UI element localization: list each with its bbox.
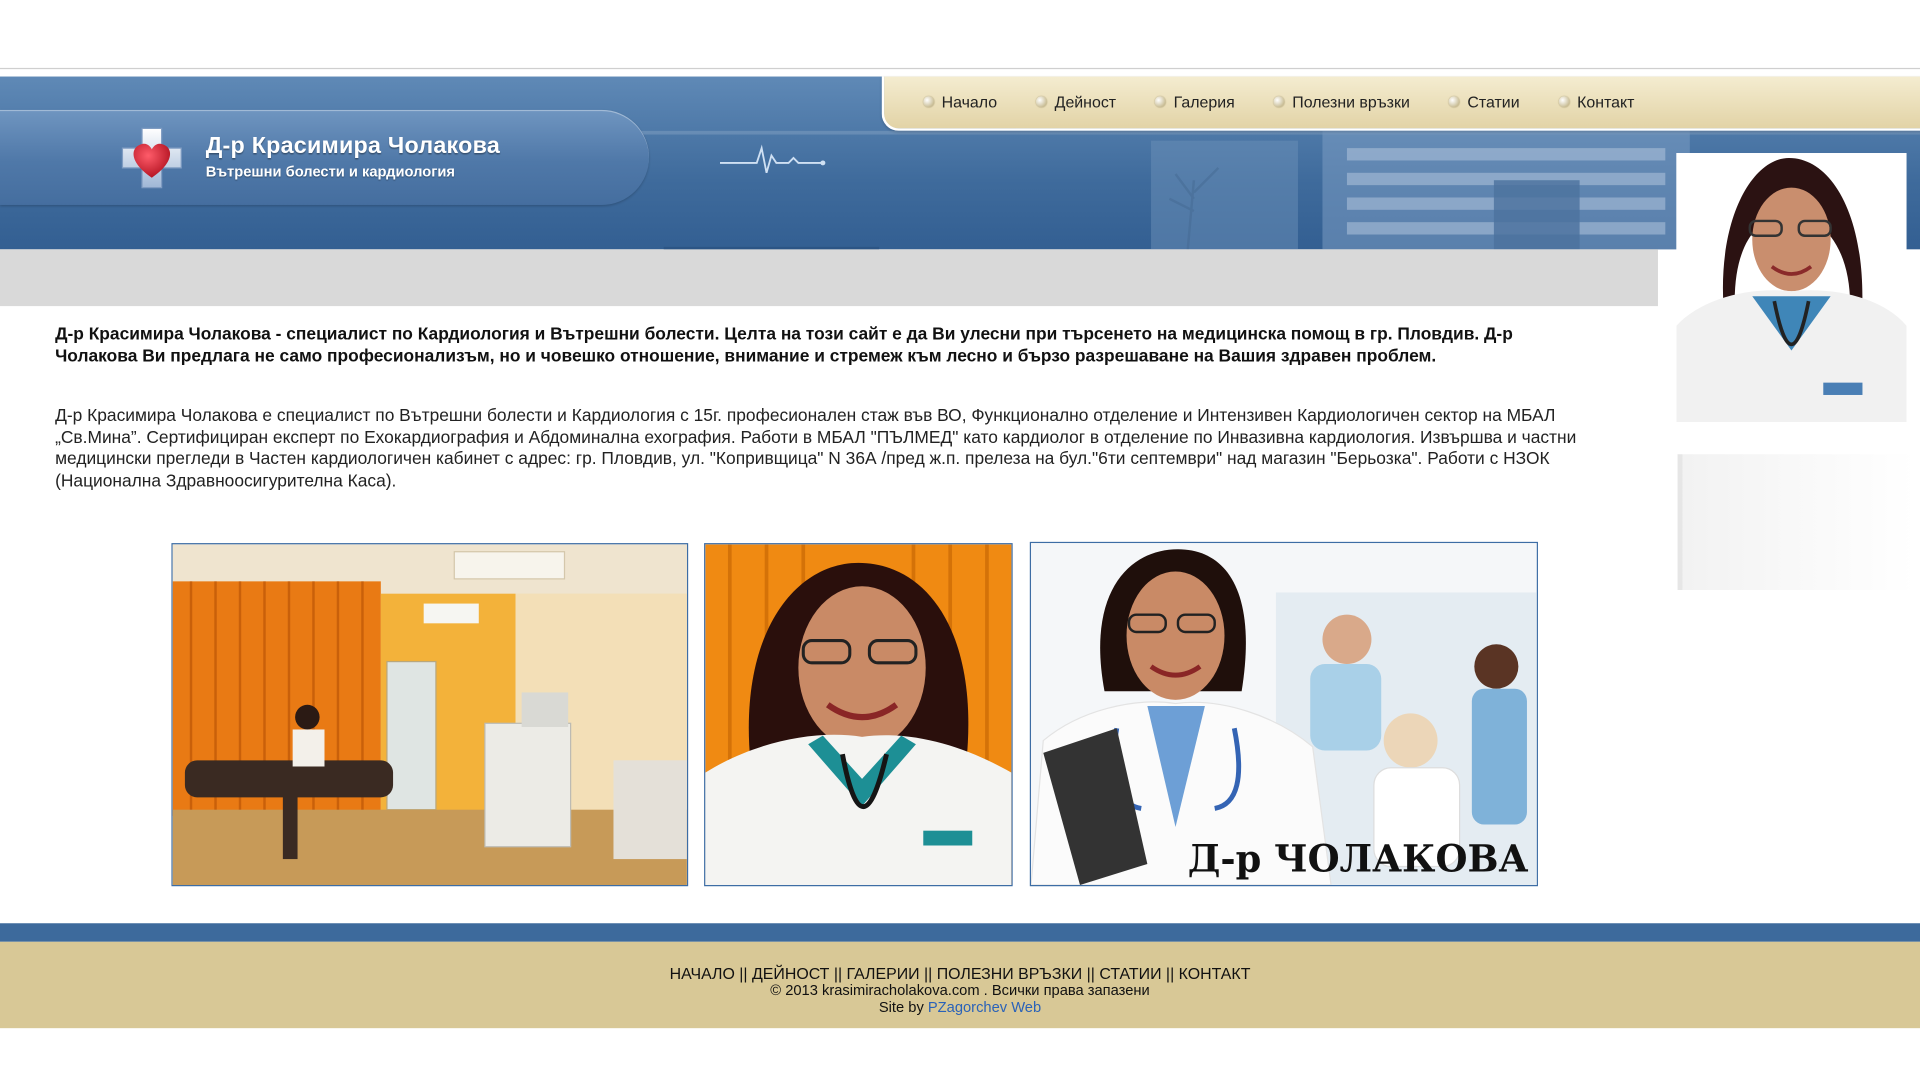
nav-item-articles[interactable]: Статии [1449,93,1520,111]
copyright-text: © 2013 krasimiracholakova.com . Всички п… [770,981,1150,999]
credit-line: Site by PZagorchev Web [878,998,1042,1016]
footer-link-activity[interactable]: ДЕЙНОСТ [752,964,829,983]
office-photo[interactable] [171,543,689,887]
nav-item-useful-links[interactable]: Полезни връзки [1273,93,1410,111]
round-bullet-icon [1449,96,1461,108]
intro-body-text: Д-р Красимира Чолакова е специалист по В… [55,406,1577,491]
round-bullet-icon [1036,96,1048,108]
round-bullet-icon [1558,96,1570,108]
heartbeat-line-icon [720,144,826,174]
nav-item-gallery[interactable]: Галерия [1155,93,1235,111]
site-title: Д-р Красимира Чолакова [205,133,501,160]
gray-band [0,249,1658,307]
top-rule [0,67,1920,70]
banner-caption: Д-р ЧОЛАКОВА [1188,836,1529,880]
site-footer: НАЧАЛО || ДЕЙНОСТ || ГАЛЕРИИ || ПОЛЕЗНИ … [0,941,1920,1029]
round-bullet-icon [1273,96,1285,108]
intro-heading-text: Д-р Красимира Чолакова - специалист по К… [55,324,1513,366]
doctor-banner-photo[interactable]: Д-р ЧОЛАКОВА [1029,541,1538,887]
footer-links: НАЧАЛО || ДЕЙНОСТ || ГАЛЕРИИ || ПОЛЕЗНИ … [669,963,1251,983]
nav-item-home[interactable]: Начало [923,93,997,111]
footer-link-home[interactable]: НАЧАЛО [670,964,735,983]
doctor-photo[interactable] [704,543,1013,887]
round-bullet-icon [923,96,935,108]
footer-link-useful-links[interactable]: ПОЛЕЗНИ ВРЪЗКИ [937,964,1083,983]
footer-link-contact[interactable]: КОНТАКТ [1179,964,1251,983]
footer-link-galleries[interactable]: ГАЛЕРИИ [847,964,920,983]
round-bullet-icon [1155,96,1167,108]
credit-link[interactable]: PZagorchev Web [928,999,1041,1016]
doctor-portrait [1676,153,1907,423]
main-nav: Начало Дейност Галерия Полезни връзки Ст… [881,76,1920,131]
footer-link-articles[interactable]: СТАТИИ [1099,964,1161,983]
nav-item-contact[interactable]: Контакт [1558,93,1634,111]
footer-bar [0,923,1920,942]
medical-cross-heart-icon [121,127,182,189]
nav-item-activity[interactable]: Дейност [1036,93,1116,111]
site-subtitle: Вътрешни болести и кардиология [205,162,455,181]
